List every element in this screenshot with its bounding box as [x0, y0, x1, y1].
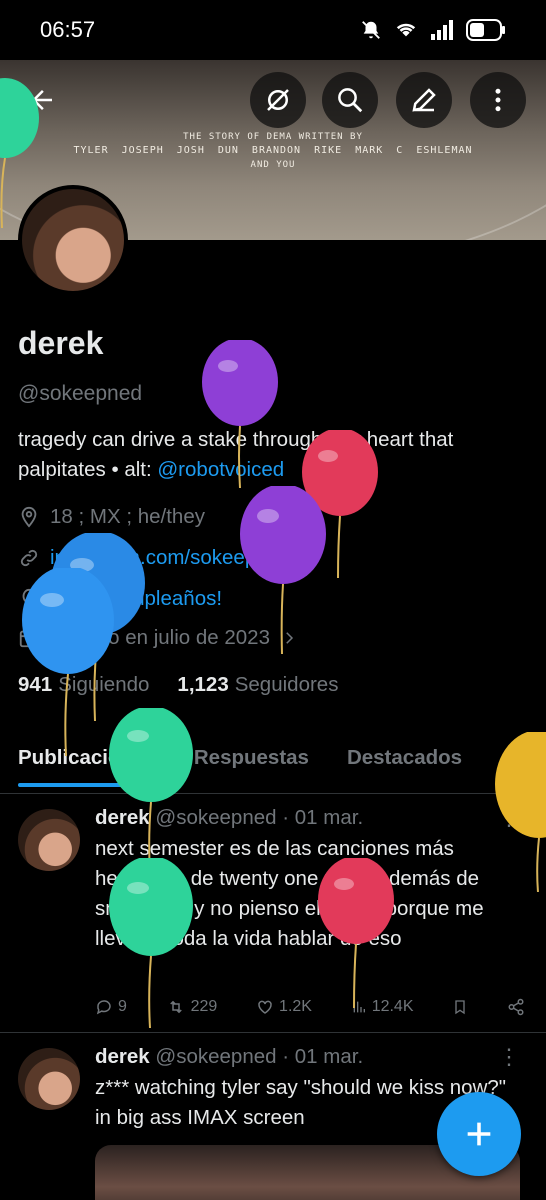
- like-button[interactable]: 1.2K: [256, 998, 312, 1016]
- followers-link[interactable]: 1,123 Seguidores: [177, 673, 338, 697]
- status-time: 06:57: [40, 17, 96, 42]
- profile-avatar[interactable]: [18, 185, 128, 295]
- edit-button[interactable]: [396, 72, 452, 128]
- website-row: instagram.com/sokeepned: [18, 546, 290, 570]
- share-button[interactable]: [507, 998, 525, 1016]
- profile-bio: tragedy can drive a stake through any he…: [18, 428, 454, 481]
- status-icons: [360, 19, 506, 41]
- grok-slash-icon: [267, 89, 289, 111]
- search-icon: [338, 88, 363, 113]
- follow-stats: 941 Siguiendo 1,123 Seguidores: [18, 673, 338, 697]
- tweet-actions: 9 229 1.2K 12.4K: [95, 998, 525, 1016]
- banner-text: THE STORY OF DEMA WRITTEN BY TYLER JOSEP…: [73, 132, 473, 170]
- signal-icon: [431, 20, 453, 40]
- tweet-more-icon[interactable]: ⋮: [498, 1044, 520, 1070]
- tweet-avatar[interactable]: [18, 809, 80, 871]
- bookmark-icon: [455, 1000, 465, 1015]
- tab-publicaciones[interactable]: Publicaciones: [0, 728, 174, 793]
- location-row: 18 ; MX ; he/they: [18, 505, 205, 529]
- link-icon: [20, 549, 38, 567]
- battery-icon: [466, 19, 505, 41]
- profile-name: derek: [18, 325, 104, 361]
- tweet-header: derek @sokeepned · 01 mar.: [95, 1045, 364, 1068]
- bookmark-button[interactable]: [452, 998, 468, 1016]
- bio-link[interactable]: @robotvoiced: [157, 458, 284, 481]
- tab-respuestas[interactable]: Respuestas: [156, 728, 309, 793]
- following-link[interactable]: 941 Siguiendo: [18, 673, 149, 697]
- tab-destacados[interactable]: Destacados: [309, 728, 462, 793]
- more-vertical-icon: [495, 88, 501, 112]
- tweet[interactable]: derek @sokeepned · 01 mar. ⋮ next semest…: [0, 795, 546, 1033]
- compose-button[interactable]: [437, 1092, 521, 1176]
- tweet-more-icon[interactable]: ⋮: [498, 805, 520, 831]
- plus-icon: [467, 1122, 491, 1146]
- more-options-button[interactable]: [470, 72, 526, 128]
- reply-button[interactable]: 9: [95, 998, 127, 1016]
- location-pin-icon: [21, 506, 37, 528]
- tweet-header: derek @sokeepned · 01 mar.: [95, 806, 364, 829]
- share-icon: [508, 998, 524, 1016]
- reply-icon: [96, 1000, 111, 1015]
- birthday-row: ¡Feliz cumpleaños!: [18, 587, 222, 611]
- grok-button[interactable]: [250, 72, 306, 128]
- joined-row[interactable]: Se unió en julio de 2023: [18, 626, 298, 650]
- back-button[interactable]: [14, 72, 70, 128]
- pencil-icon: [412, 88, 436, 112]
- views-button[interactable]: 12.4K: [351, 998, 414, 1016]
- profile-tabs: Publicaciones Respuestas Destacados: [0, 728, 546, 794]
- website-link[interactable]: instagram.com/sokeepned: [50, 546, 290, 570]
- wifi-icon: [396, 23, 416, 37]
- chevron-right-icon: [286, 632, 294, 644]
- birthday-text[interactable]: ¡Feliz cumpleaños!: [50, 587, 222, 611]
- views-bars-icon: [353, 1001, 365, 1013]
- search-button[interactable]: [322, 72, 378, 128]
- profile-handle: @sokeepned: [18, 382, 143, 405]
- status-bar: 06:57: [0, 0, 546, 60]
- calendar-icon: [19, 630, 39, 648]
- tweet-avatar[interactable]: [18, 1048, 80, 1110]
- mute-bell-icon: [362, 21, 380, 39]
- heart-icon: [258, 1000, 272, 1014]
- tweet-text: next semester es de las canciones más he…: [95, 837, 484, 950]
- repost-icon: [169, 1000, 182, 1014]
- balloon-icon: [22, 588, 36, 609]
- repost-button[interactable]: 229: [166, 998, 217, 1016]
- arrow-left-icon: [32, 90, 52, 110]
